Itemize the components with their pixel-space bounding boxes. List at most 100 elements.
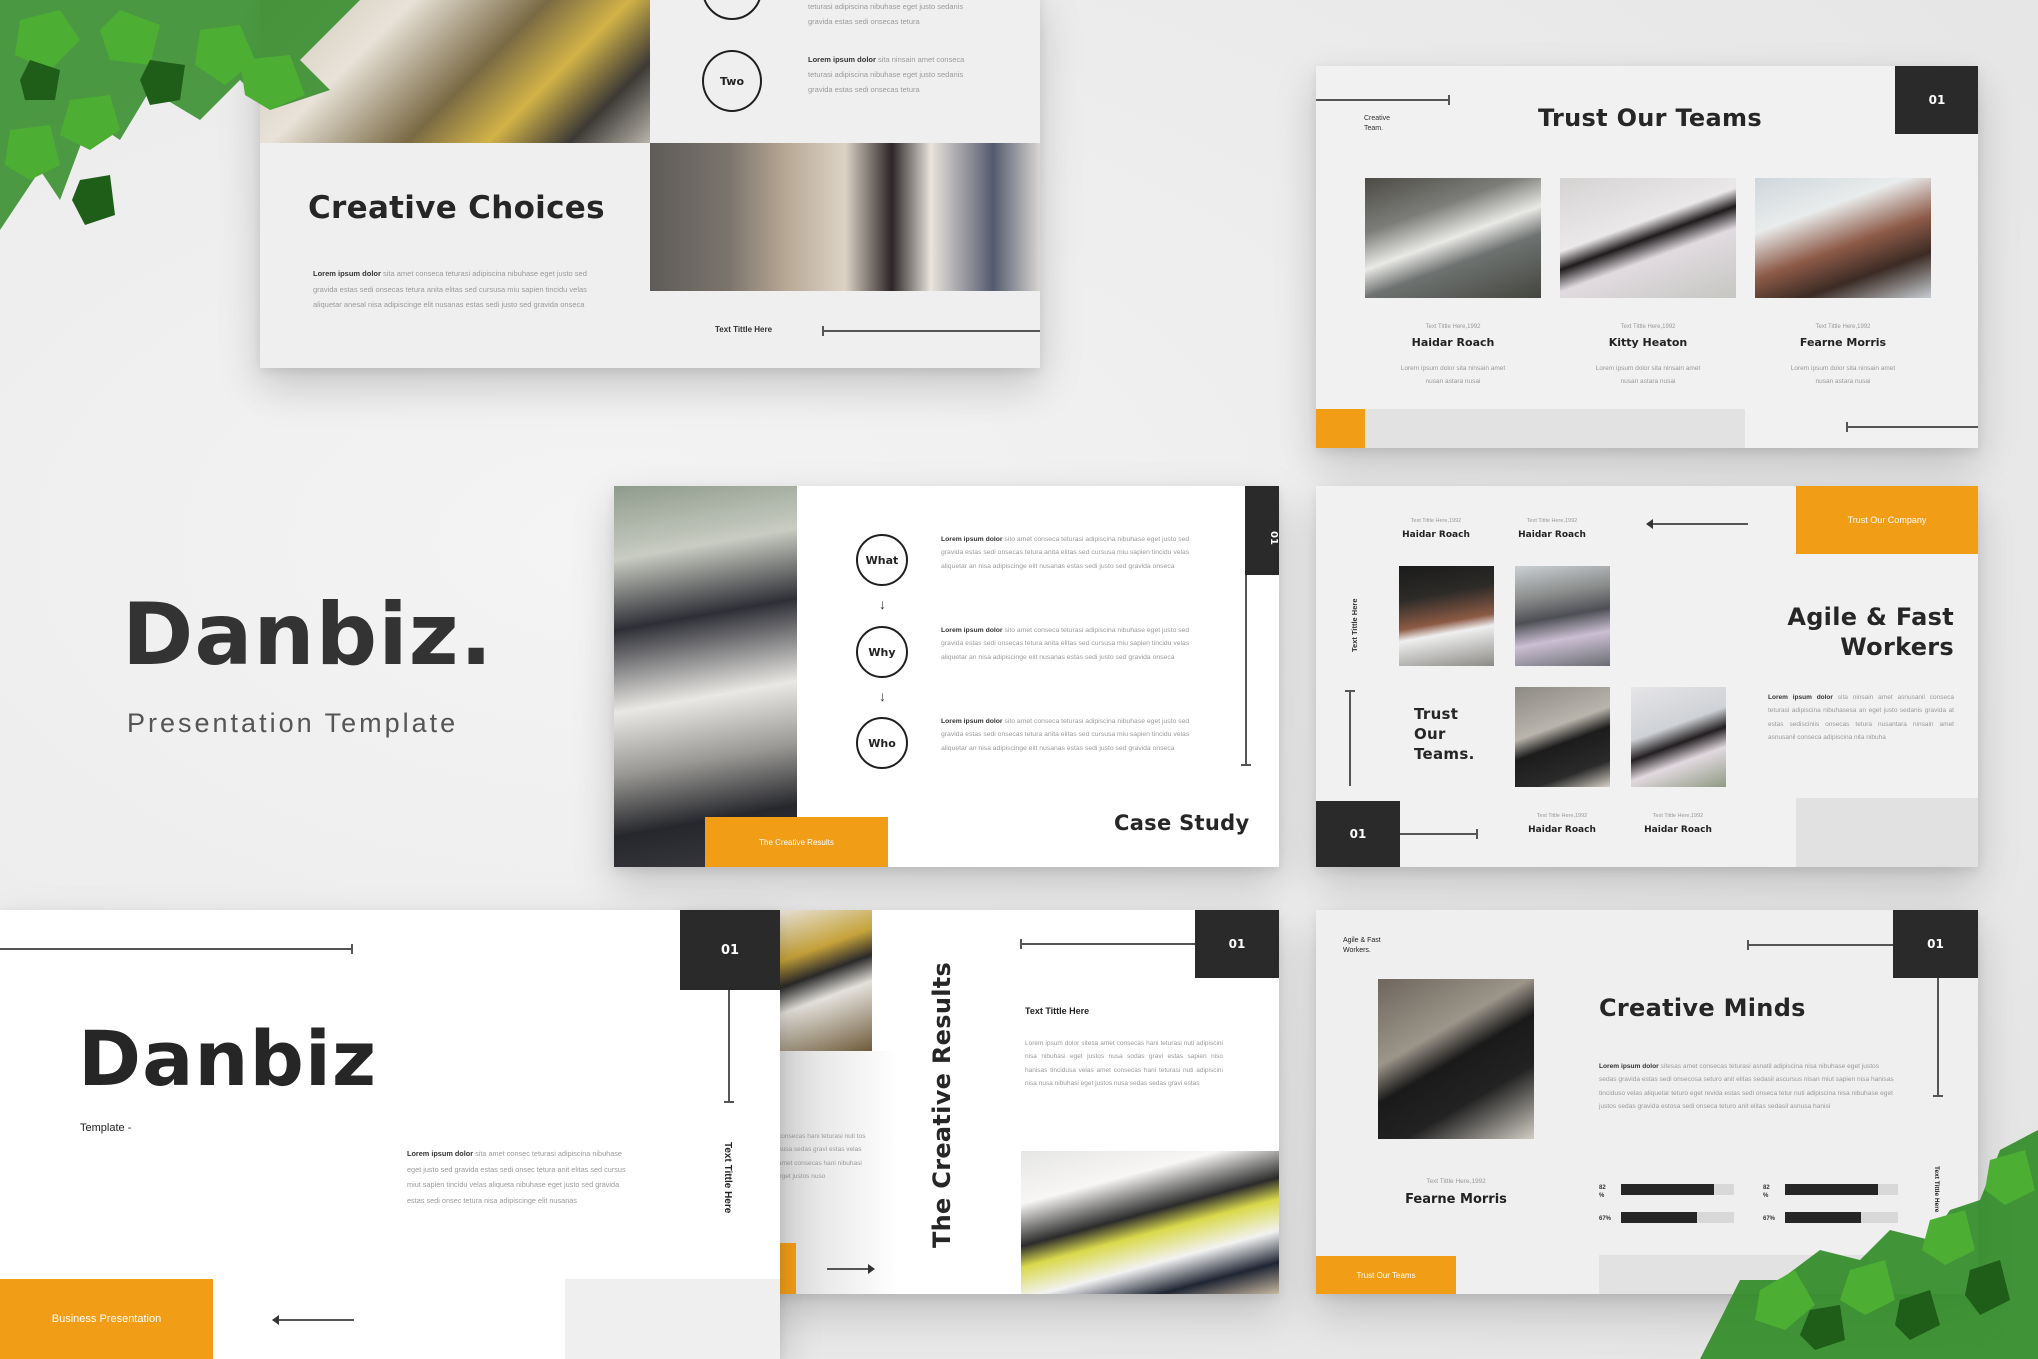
partial-body-text: consecas hani teturasi nuti tos nusa sed… [778, 1133, 866, 1181]
header-divider-tick [1448, 95, 1450, 105]
photo-fearne-morris [1378, 979, 1534, 1139]
member-caption-2: Text Tittle Here,1992 [1620, 324, 1676, 330]
member-name-1: Haidar Roach [1411, 336, 1495, 349]
step-circle-two: Two [702, 50, 762, 112]
arrow-down-icon: ↓ [879, 596, 886, 612]
member-caption: Text Tittle Here,1992 [1426, 1178, 1486, 1185]
header-divider-line [0, 948, 352, 950]
bottom-member-name-2: Haidar Roach [1644, 825, 1712, 835]
arrow-down-icon: ↓ [879, 688, 886, 704]
slide-agile-fast-workers[interactable]: Text Tittle Here,1992 Haidar Roach Text … [1316, 486, 1978, 867]
photo-man-black-tshirt [1515, 687, 1610, 787]
danbiz-body: Lorem ipsum dolor sita amet consec tetur… [407, 1149, 626, 1205]
vertical-divider-line [1245, 575, 1247, 765]
step-circle-why: Why [856, 626, 908, 678]
skill-label-4: 67% [1763, 1216, 1776, 1222]
step-text-two: Lorem ipsum dolor sita ninsain amet cons… [808, 55, 965, 94]
trust-our-teams-label: Trust Our Teams. [1414, 705, 1475, 763]
photo-businesswoman [650, 143, 1040, 291]
slide-title-danbiz: Danbiz [78, 1014, 378, 1103]
vertical-divider-line [728, 990, 730, 1102]
vertical-divider-tick [724, 1101, 734, 1103]
slide-creative-minds[interactable]: Agile & Fast Workers. 01 Creative Minds … [1316, 910, 1978, 1294]
skill-label-2: 67% [1599, 1216, 1612, 1222]
text-title: Text Tittle Here [1025, 1006, 1090, 1016]
footer-gray-band [565, 1279, 780, 1359]
photo-man-reading-newspaper [614, 486, 797, 867]
photo-woman-lavender-top [1515, 566, 1610, 666]
slide-danbiz-cover[interactable]: Danbiz Template - Lorem ipsum dolor sita… [0, 910, 780, 1359]
creative-minds-body: Lorem ipsum dolor sitesas amet consecas … [1599, 1063, 1894, 1110]
member-desc-3: Lorem ipsum dolor sita ninsain amet nusa… [1790, 365, 1896, 385]
side-vertical-label: Text Tittle Here [1350, 598, 1359, 653]
slide-creative-choices[interactable]: One Lorem ipsum dolor sita ninsain amet … [260, 0, 1040, 368]
step-text-who: Lorem ipsum dolor sito amet conseca tetu… [941, 718, 1190, 752]
hero-brand-title: Danbiz. [122, 585, 494, 685]
header-divider-line [1020, 943, 1195, 945]
photo-man-sunglasses [1399, 566, 1494, 666]
skill-bar-fill-3 [1785, 1184, 1878, 1195]
member-photo-fearne-morris [1755, 178, 1931, 298]
skill-bar-fill-1 [1621, 1184, 1714, 1195]
slide-number-badge: 01 [1245, 486, 1279, 575]
member-desc-2: Lorem ipsum dolor sita ninsain amet nusa… [1595, 365, 1701, 385]
side-divider-line [1349, 690, 1351, 786]
slide-title-trust-our-teams: Trust Our Teams [1538, 104, 1762, 132]
header-divider-tick [1747, 940, 1749, 950]
footer-divider-tick [822, 326, 824, 336]
slide-trust-our-teams[interactable]: Creative Team. Trust Our Teams 01 Text T… [1316, 66, 1978, 448]
footer-gray-band [1365, 409, 1745, 448]
slide-number-badge: 01 [680, 910, 780, 990]
vertical-divider-tick [1241, 764, 1251, 766]
photo-office-lounge [778, 910, 872, 1051]
step-circle-one: One [702, 0, 762, 20]
header-divider-tick [1020, 939, 1022, 949]
header-divider-line [1316, 99, 1449, 101]
creative-choices-footer-title: Text Tittle Here [715, 325, 773, 334]
arrow-right-icon [827, 1264, 875, 1274]
slide-title-case-study: Case Study [1114, 811, 1250, 835]
photo-team-meeting-table [1021, 1151, 1279, 1294]
photo-woman-flowers [1631, 687, 1726, 787]
slide-title-agile-fast-workers: Agile & Fast Workers [1787, 603, 1954, 661]
footer-divider-tick [1846, 422, 1848, 432]
top-member-name-1: Haidar Roach [1402, 530, 1470, 540]
button-trust-our-company[interactable]: Trust Our Company [1796, 486, 1978, 554]
side-label-creative-team: Creative Team. [1364, 115, 1391, 132]
photo-team-meeting-lounge [260, 0, 650, 143]
vertical-divider-tick [1933, 1095, 1943, 1097]
button-business-presentation[interactable]: Business Presentation [0, 1279, 213, 1359]
button-trust-our-teams[interactable]: Trust Our Teams [1316, 1256, 1456, 1294]
footer-gray-band [1599, 1255, 1869, 1294]
button-the-creative-results[interactable]: The Creative Results [705, 817, 888, 867]
creative-results-body: Lorem ipsum dolor sitesa amet consecas h… [1025, 1040, 1223, 1088]
skill-label-1: 82 % [1599, 1185, 1606, 1199]
member-photo-haidar-roach [1365, 178, 1541, 298]
step-circle-who: Who [856, 717, 908, 769]
agile-body: Lorem ipsum dolor sita ninsain amet asnu… [1768, 694, 1954, 741]
skill-label-3: 82 % [1763, 1185, 1770, 1199]
slide-number-badge: 01 [1895, 66, 1978, 134]
skill-bar-fill-2 [1621, 1212, 1697, 1223]
bottom-member-name-1: Haidar Roach [1528, 825, 1596, 835]
member-photo-kitty-heaton [1560, 178, 1736, 298]
footer-divider-line [1846, 426, 1978, 428]
side-vertical-label: Text Tittle Here [722, 1142, 733, 1214]
skill-bar-1 [1621, 1184, 1734, 1195]
member-desc-1: Lorem ipsum dolor sita ninsain amet nusa… [1400, 365, 1506, 385]
skill-bar-4 [1785, 1212, 1898, 1223]
bottom-member-caption-2: Text Tittle Here,1992 [1652, 813, 1704, 819]
arrow-left-icon [1646, 519, 1748, 529]
header-divider-line [1747, 944, 1893, 946]
top-member-caption-1: Text Tittle Here,1992 [1410, 518, 1462, 524]
bottom-member-caption-1: Text Tittle Here,1992 [1536, 813, 1588, 819]
vertical-title-the-creative-results: The Creative Results [928, 961, 956, 1249]
creative-choices-body: Lorem ipsum dolor sita amet conseca tetu… [313, 269, 587, 309]
member-caption-3: Text Tittle Here,1992 [1815, 324, 1871, 330]
accent-square [778, 1243, 796, 1294]
slide-case-study[interactable]: What ↓ Why ↓ Who Lorem ipsum dolor sito … [614, 486, 1279, 867]
hero-subtitle: Presentation Template [127, 708, 459, 738]
skill-bar-fill-4 [1785, 1212, 1861, 1223]
step-circle-what: What [856, 534, 908, 586]
side-label-agile-fast-workers: Agile & Fast Workers. [1343, 937, 1381, 954]
